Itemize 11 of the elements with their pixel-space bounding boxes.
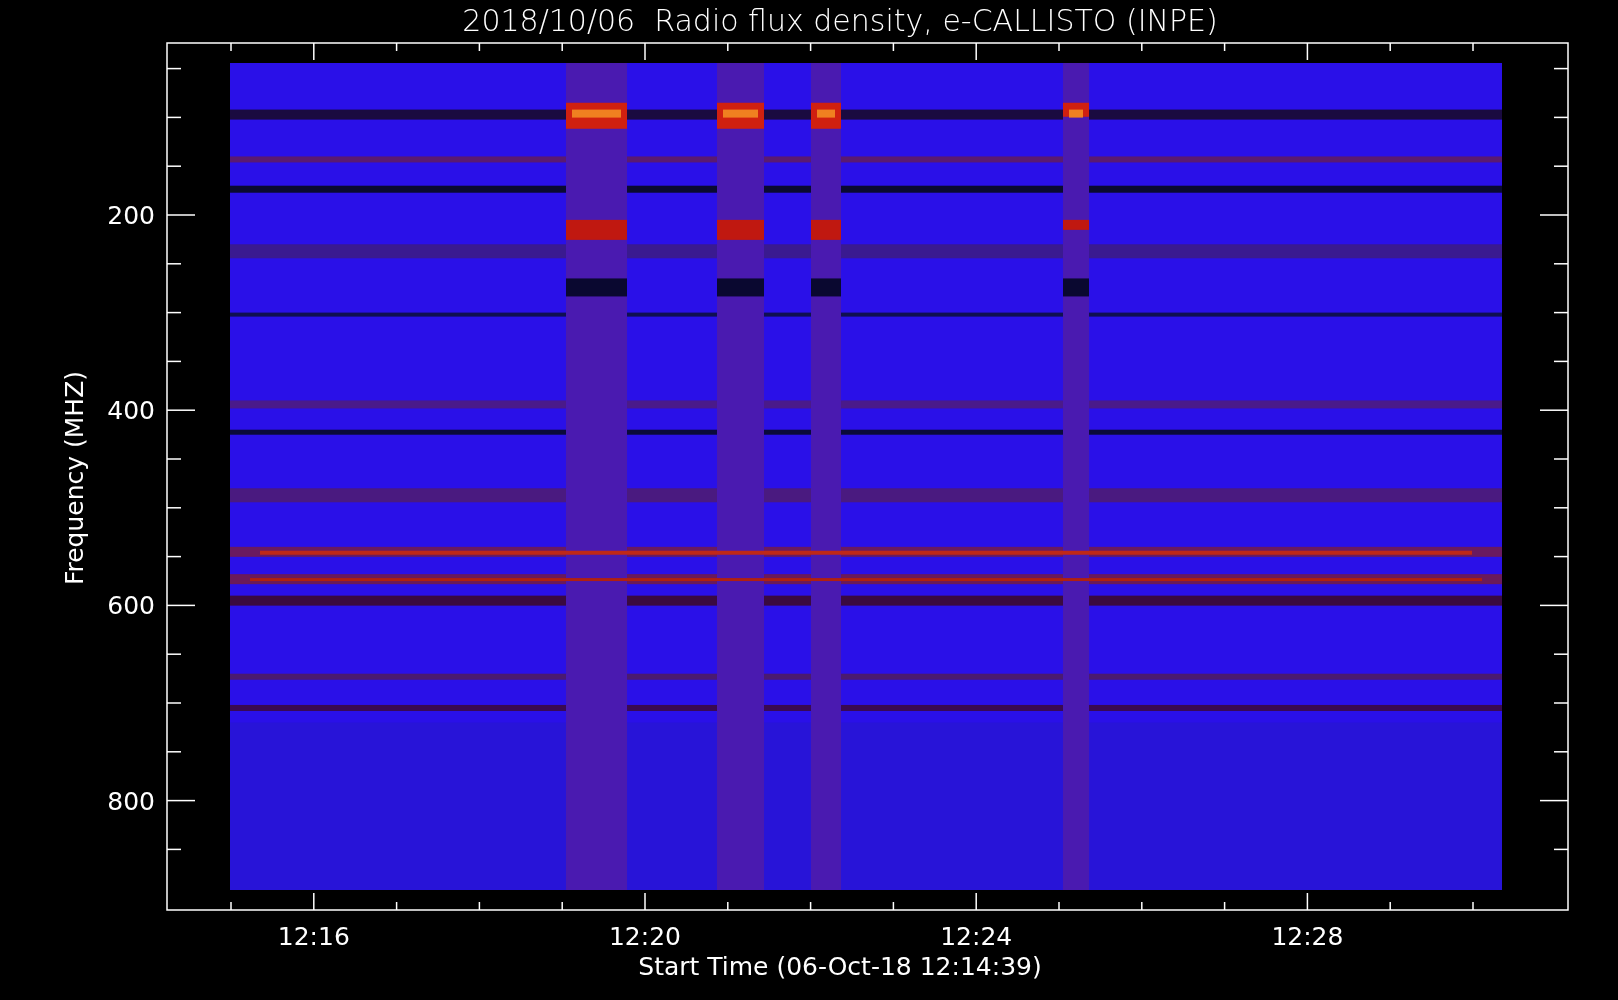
- tick-label: 800: [107, 786, 155, 816]
- tick-label: 200: [107, 201, 155, 230]
- tick-label: 12:20: [609, 922, 681, 951]
- tick-label: 12:16: [277, 922, 350, 951]
- tick-label: 12:28: [1271, 922, 1344, 951]
- tick-label: 600: [107, 591, 155, 621]
- axis-label: Start Time (06-Oct-18 12:14:39): [638, 952, 1042, 981]
- chart-title: 2018/10/06 Radio flux density, e-CALLISTO (INPE): [462, 3, 1218, 38]
- tick-label: 12:24: [940, 922, 1013, 951]
- axis-label: Frequency (MHZ): [60, 370, 89, 586]
- tick-label: 400: [107, 396, 155, 426]
